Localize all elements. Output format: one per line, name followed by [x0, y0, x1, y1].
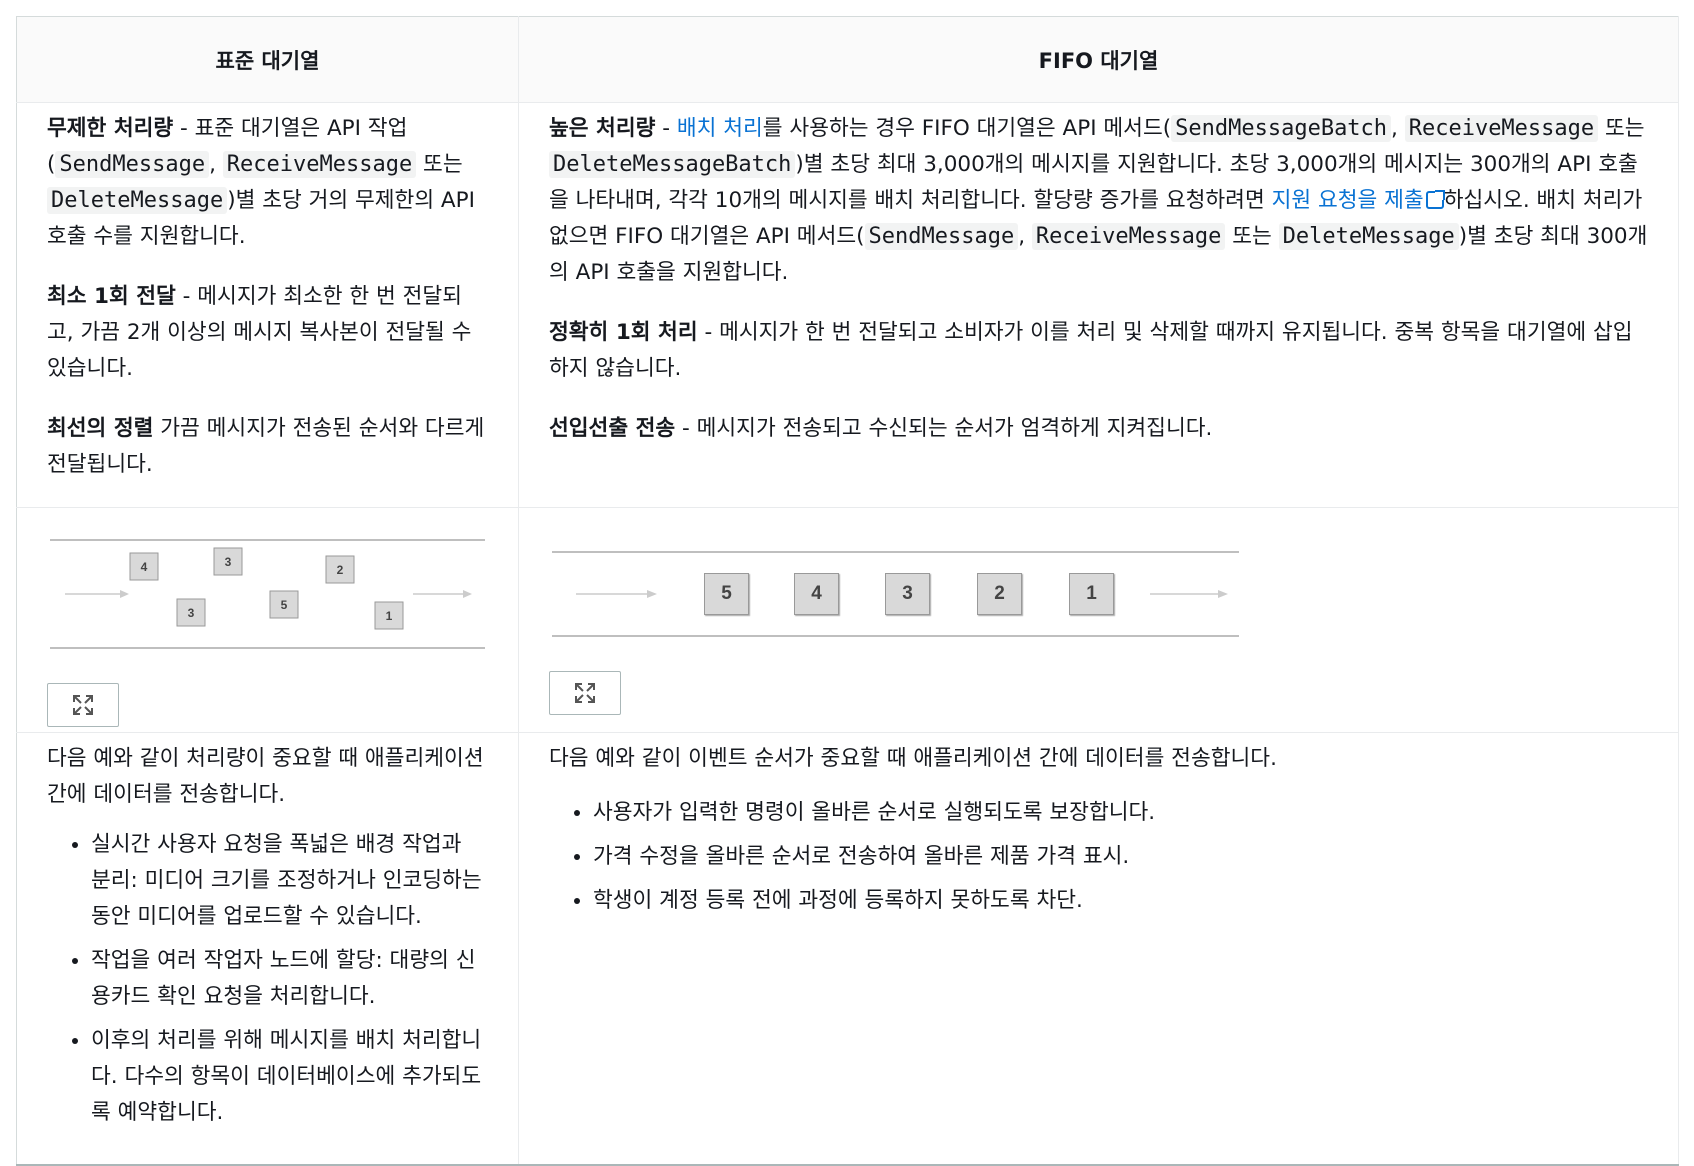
code-deletemessage: DeleteMessage: [47, 187, 228, 214]
usage-intro: 다음 예와 같이 이벤트 순서가 중요할 때 애플리케이션 간에 데이터를 전송…: [549, 746, 1277, 771]
expand-fifo-diagram-button[interactable]: [549, 671, 621, 715]
code-deletemessage: DeleteMessage: [1278, 223, 1459, 250]
standard-features-cell: 무제한 처리량 - 표준 대기열은 API 작업 (SendMessage, R…: [16, 102, 519, 508]
fifo-diagram-cell: 5 4 3 2 1: [518, 507, 1679, 733]
feature-text: 또는: [1225, 224, 1279, 249]
message-number: 1: [1086, 583, 1097, 604]
code-deletemessagebatch: DeleteMessageBatch: [549, 151, 796, 178]
header-fifo-queue: FIFO 대기열: [518, 16, 1679, 103]
feature-at-least-once: 최소 1회 전달 - 메시지가 최소한 한 번 전달되고, 가끔 2개 이상의 …: [47, 279, 488, 387]
feature-term: 선입선출 전송: [549, 416, 676, 441]
diagram-row: 4 3 2 3 5 1 5 4 3 2 1: [16, 507, 1679, 733]
message-box: 3: [213, 547, 243, 576]
usage-list: 실시간 사용자 요청을 폭넓은 배경 작업과 분리: 미디어 크기를 조정하거나…: [47, 827, 488, 1131]
message-box: 4: [794, 573, 839, 615]
list-item: 작업을 여러 작업자 노드에 할당: 대량의 신용카드 확인 요청을 처리합니다…: [91, 943, 488, 1015]
message-box: 5: [269, 590, 299, 619]
message-box: 5: [704, 573, 749, 615]
message-box: 1: [374, 601, 404, 630]
list-item: 이후의 처리를 위해 메시지를 배치 처리합니다. 다수의 항목이 데이터베이스…: [91, 1023, 488, 1131]
message-number: 3: [902, 583, 913, 604]
code-sendmessage: SendMessage: [55, 151, 210, 178]
message-number: 3: [188, 606, 195, 620]
separator: ,: [209, 152, 223, 177]
feature-unlimited-throughput: 무제한 처리량 - 표준 대기열은 API 작업 (SendMessage, R…: [47, 111, 488, 255]
feature-text: 또는: [416, 152, 463, 177]
list-item: 실시간 사용자 요청을 폭넓은 배경 작업과 분리: 미디어 크기를 조정하거나…: [91, 827, 488, 935]
separator: -: [173, 116, 195, 141]
message-box: 3: [176, 598, 206, 627]
feature-exactly-once: 정확히 1회 처리 - 메시지가 한 번 전달되고 소비자가 이를 처리 및 삭…: [549, 315, 1648, 387]
message-box: 2: [325, 555, 355, 584]
features-row: 무제한 처리량 - 표준 대기열은 API 작업 (SendMessage, R…: [16, 102, 1679, 508]
fifo-features-cell: 높은 처리량 - 배치 처리를 사용하는 경우 FIFO 대기열은 API 메서…: [518, 102, 1679, 508]
feature-term: 최선의 정렬: [47, 416, 154, 441]
message-box: 4: [129, 552, 159, 581]
list-item: 사용자가 입력한 명령이 올바른 순서로 실행되도록 보장합니다.: [593, 795, 1648, 831]
usage-row: 다음 예와 같이 처리량이 중요할 때 애플리케이션 간에 데이터를 전송합니다…: [16, 732, 1679, 1165]
standard-diagram-cell: 4 3 2 3 5 1: [16, 507, 519, 733]
header-standard-queue: 표준 대기열: [16, 16, 519, 103]
feature-high-throughput: 높은 처리량 - 배치 처리를 사용하는 경우 FIFO 대기열은 API 메서…: [549, 111, 1648, 291]
code-receivemessage: ReceiveMessage: [1031, 223, 1226, 250]
code-receivemessage: ReceiveMessage: [1404, 115, 1599, 142]
fifo-usage-cell: 다음 예와 같이 이벤트 순서가 중요할 때 애플리케이션 간에 데이터를 전송…: [518, 732, 1679, 1165]
standard-usage-cell: 다음 예와 같이 처리량이 중요할 때 애플리케이션 간에 데이터를 전송합니다…: [16, 732, 519, 1165]
list-item: 가격 수정을 올바른 순서로 전송하여 올바른 제품 가격 표시.: [593, 839, 1648, 875]
message-number: 3: [225, 555, 232, 569]
feature-best-effort-ordering: 최선의 정렬 가끔 메시지가 전송된 순서와 다르게 전달됩니다.: [47, 411, 488, 483]
separator: ,: [1018, 224, 1032, 249]
separator: -: [675, 416, 697, 441]
separator: ,: [1391, 116, 1405, 141]
header-row: 표준 대기열 FIFO 대기열: [16, 16, 1679, 103]
code-receivemessage: ReceiveMessage: [222, 151, 417, 178]
submit-support-request-link[interactable]: 지원 요청을 제출: [1271, 188, 1445, 213]
message-box: 2: [977, 573, 1022, 615]
separator: -: [697, 320, 720, 345]
message-box: 1: [1069, 573, 1114, 615]
message-number: 4: [141, 560, 148, 574]
code-sendmessagebatch: SendMessageBatch: [1171, 115, 1392, 142]
feature-text: 메시지가 전송되고 수신되는 순서가 엄격하게 지켜집니다.: [696, 416, 1213, 441]
message-number: 2: [994, 583, 1005, 604]
feature-term: 정확히 1회 처리: [549, 320, 698, 345]
batching-link[interactable]: 배치 처리: [677, 116, 763, 141]
message-number: 1: [386, 609, 393, 623]
message-box: 3: [885, 573, 930, 615]
comparison-container: 표준 대기열 FIFO 대기열 무제한 처리량 - 표준 대기열은 API 작업…: [16, 16, 1679, 1166]
feature-text: 또는: [1598, 116, 1645, 141]
message-number: 5: [281, 598, 288, 612]
usage-intro: 다음 예와 같이 처리량이 중요할 때 애플리케이션 간에 데이터를 전송합니다…: [47, 746, 484, 807]
expand-standard-diagram-button[interactable]: [47, 683, 119, 727]
message-number: 2: [337, 563, 344, 577]
fifo-queue-diagram: [552, 551, 1239, 637]
queue-comparison-table: 표준 대기열 FIFO 대기열 무제한 처리량 - 표준 대기열은 API 작업…: [16, 16, 1679, 1166]
expand-icon: [73, 695, 93, 715]
message-number: 5: [721, 583, 732, 604]
external-link-icon: [1425, 190, 1445, 209]
message-number: 4: [811, 583, 822, 604]
feature-term: 높은 처리량: [549, 116, 656, 141]
list-item: 학생이 계정 등록 전에 과정에 등록하지 못하도록 차단.: [593, 883, 1648, 919]
expand-icon: [575, 683, 595, 703]
code-sendmessage: SendMessage: [864, 223, 1019, 250]
link-text: 지원 요청을 제출: [1271, 188, 1424, 213]
feature-first-in-first-out: 선입선출 전송 - 메시지가 전송되고 수신되는 순서가 엄격하게 지켜집니다.: [549, 411, 1648, 447]
feature-term: 무제한 처리량: [47, 116, 174, 141]
separator: -: [655, 116, 677, 141]
feature-term: 최소 1회 전달: [47, 284, 176, 309]
feature-text: 를 사용하는 경우 FIFO 대기열은 API 메서드(: [762, 116, 1172, 141]
usage-list: 사용자가 입력한 명령이 올바른 순서로 실행되도록 보장합니다. 가격 수정을…: [549, 795, 1648, 919]
separator: -: [175, 284, 198, 309]
